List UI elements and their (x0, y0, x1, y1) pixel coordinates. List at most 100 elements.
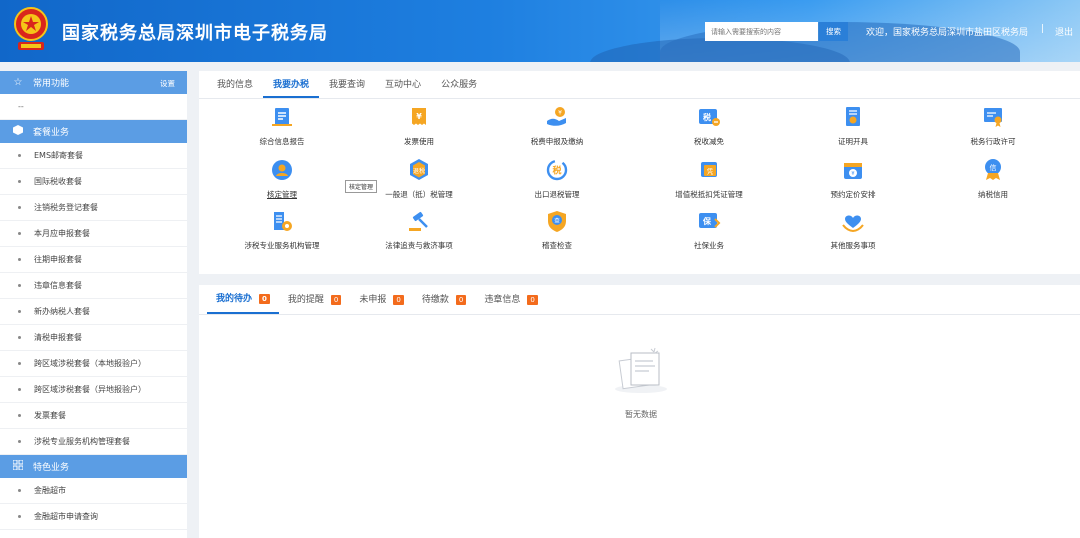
bullet-icon (18, 362, 21, 365)
settings-link[interactable]: 设置 (160, 78, 175, 89)
function-label: 出口退税管理 (534, 190, 580, 199)
function-item[interactable]: 保社保业务 (639, 209, 779, 251)
sidebar-item[interactable]: 涉税专业服务机构管理套餐 (0, 429, 187, 455)
function-label: 核定管理 (267, 190, 297, 199)
function-label: 税收减免 (694, 137, 724, 146)
todo-tab[interactable]: 我的提醒 0 (279, 285, 350, 314)
tab-item[interactable]: 我要办税 (263, 71, 320, 98)
todo-tab[interactable]: 违章信息 0 (475, 285, 546, 314)
sidebar-item[interactable]: 往期申报套餐 (0, 247, 187, 273)
bullet-icon (18, 284, 21, 287)
sidebar-item[interactable]: 国际税收套餐 (0, 169, 187, 195)
function-item[interactable]: 信纳税信用 (923, 158, 1063, 200)
function-item[interactable]: 凭增值税抵扣凭证管理 (639, 158, 779, 200)
function-item[interactable]: 其他服务事项 (783, 209, 923, 251)
function-item[interactable]: 证明开具 (783, 105, 923, 147)
function-label: 社保业务 (694, 241, 724, 250)
todo-tab-label: 我的提醒 (287, 294, 324, 305)
empty-state-text: 暂无数据 (625, 410, 657, 419)
certificate-icon (846, 107, 860, 126)
sidebar-section-special[interactable]: 特色业务 (0, 455, 187, 478)
function-label: 其他服务事项 (830, 241, 876, 250)
function-label: 法律追责与救济事项 (385, 241, 453, 250)
function-item[interactable]: 法律追责与救济事项 (349, 209, 489, 251)
tab-item[interactable]: 我的信息 (207, 71, 263, 98)
sidebar-item[interactable]: 跨区域涉税套餐（异地报验户） (0, 377, 187, 403)
sidebar-item[interactable]: 跨区域涉税套餐（本地报验户） (0, 351, 187, 377)
sidebar-item-label: 本月应申报套餐 (34, 229, 90, 238)
sidebar-item[interactable]: 新办纳税人套餐 (0, 299, 187, 325)
count-badge: 0 (455, 294, 467, 305)
function-item[interactable]: 核定管理 (212, 158, 352, 200)
report-icon (272, 108, 292, 126)
bullet-icon (18, 489, 21, 492)
svg-text:¥: ¥ (851, 171, 854, 177)
common-placeholder: -- (0, 94, 187, 120)
sidebar-item[interactable]: 发票套餐 (0, 403, 187, 429)
logout-link[interactable]: 退出 (1055, 25, 1073, 38)
welcome-text: 欢迎，国家税务总局深圳市盐田区税务局 (866, 28, 1029, 38)
bullet-icon (18, 310, 21, 313)
function-item[interactable]: ¥ 预约定价安排 (783, 158, 923, 200)
search-input[interactable] (705, 22, 818, 41)
sidebar-item-label: 金融超市申请查询 (34, 512, 98, 521)
sidebar-item-label: 新办纳税人套餐 (34, 307, 90, 316)
sidebar-item[interactable]: 清税申报套餐 (0, 325, 187, 351)
star-icon: ☆ (13, 77, 23, 88)
sidebar-item[interactable]: 金融超市申请查询 (0, 504, 187, 530)
function-item[interactable]: 退税 一般退（抵）税管理 (349, 158, 489, 200)
svg-text:保: 保 (702, 216, 712, 226)
sidebar-section-common[interactable]: ☆ 常用功能 设置 (0, 71, 187, 94)
function-label: 税费申报及缴纳 (530, 137, 584, 146)
function-item[interactable]: 综合信息报告 (212, 105, 352, 147)
search-button[interactable]: 搜索 (819, 22, 848, 41)
function-item[interactable]: 税税收减免 (639, 105, 779, 147)
function-item[interactable]: 查稽查检查 (487, 209, 627, 251)
tax-relief-icon: 税 (699, 109, 720, 126)
svg-text:退税: 退税 (413, 167, 425, 175)
invoice-icon: ¥ (412, 108, 426, 125)
function-item[interactable]: 涉税专业服务机构管理 (212, 209, 352, 251)
tab-item[interactable]: 互动中心 (375, 71, 431, 98)
sidebar-item-label: 发票套餐 (34, 411, 66, 420)
sidebar-section-label: 套餐业务 (33, 128, 70, 138)
function-label: 预约定价安排 (830, 190, 876, 199)
sidebar-section-package[interactable]: 套餐业务 (0, 120, 187, 143)
export-refund-icon: 税 (546, 159, 568, 181)
function-panel: 我的信息 我要办税 我要查询 互动中心 公众服务 综合信息报告 ¥ 发票使用 ¥ 税费申报及缴纳… (199, 71, 1080, 274)
assessment-icon (272, 160, 292, 180)
agency-icon (274, 212, 292, 231)
license-icon (984, 108, 1002, 127)
todo-tab[interactable]: 未申报 0 (350, 285, 412, 314)
tab-item[interactable]: 我要查询 (319, 71, 375, 98)
sidebar-item-label: 跨区域涉税套餐（本地报验户） (34, 359, 146, 368)
tab-item[interactable]: 公众服务 (431, 71, 487, 98)
sidebar-item[interactable]: 注销税务登记套餐 (0, 195, 187, 221)
voucher-icon: 凭 (701, 162, 717, 177)
function-item[interactable]: 税出口退税管理 (487, 158, 627, 200)
sidebar-item[interactable]: 违章信息套餐 (0, 273, 187, 299)
refund-icon: 退税 (410, 159, 428, 180)
sidebar-item-label: 跨区域涉税套餐（异地报验户） (34, 385, 146, 394)
sidebar-item[interactable]: EMS邮寄套餐 (0, 143, 187, 169)
function-label: 税务行政许可 (970, 137, 1016, 146)
bullet-icon (18, 180, 21, 183)
count-badge: 0 (259, 293, 270, 304)
sidebar-item-label: 金融超市 (34, 486, 66, 495)
function-item[interactable]: ¥ 税费申报及缴纳 (487, 105, 627, 147)
bullet-icon (18, 206, 21, 209)
heart-hands-icon (842, 215, 864, 233)
sidebar-item[interactable]: 本月应申报套餐 (0, 221, 187, 247)
todo-tab[interactable]: 我的待办 0 (207, 285, 279, 314)
svg-text:¥: ¥ (416, 112, 422, 121)
todo-panel: 我的待办 0 我的提醒 0 未申报 0 待缴款 0 违章信息 0 暂无数据 (199, 285, 1080, 538)
sidebar-item[interactable]: 金融超市 (0, 478, 187, 504)
bullet-icon (18, 232, 21, 235)
svg-text:信: 信 (990, 163, 997, 172)
function-item[interactable]: ¥ 发票使用 (349, 105, 489, 147)
svg-text:¥: ¥ (558, 110, 562, 117)
svg-text:凭: 凭 (707, 167, 714, 176)
function-item[interactable]: 税务行政许可 (923, 105, 1063, 147)
todo-tab-label: 违章信息 (484, 294, 521, 305)
todo-tab[interactable]: 待缴款 0 (413, 285, 475, 314)
